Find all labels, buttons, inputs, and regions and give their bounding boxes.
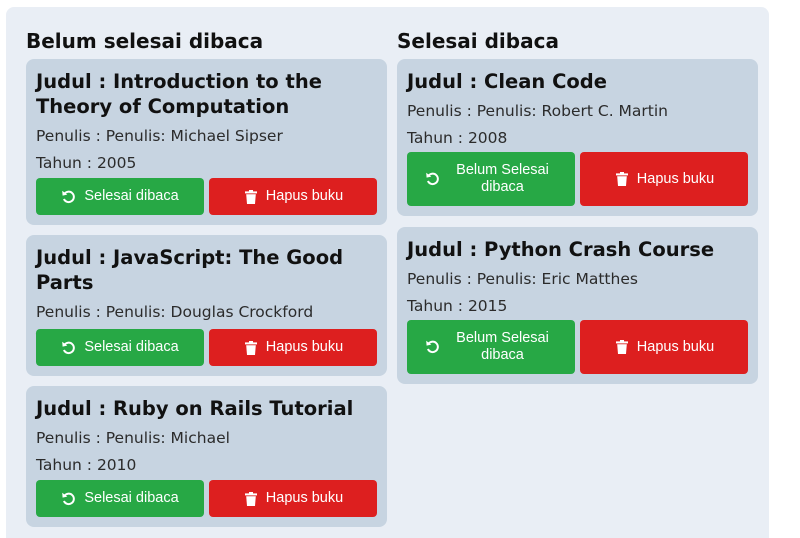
book-year: Tahun : 2015: [407, 297, 508, 315]
delete-book-label: Hapus buku: [265, 490, 344, 506]
delete-book-label: Hapus buku: [265, 339, 344, 355]
book-year: Tahun : 2005: [36, 154, 137, 172]
book-card: Judul : Introduction to the Theory of Co…: [26, 59, 387, 225]
undo-icon: [61, 491, 77, 507]
book-card: Judul : Python Crash Course Penulis : Pe…: [397, 227, 758, 384]
book-author: Penulis : Penulis: Douglas Crockford: [36, 303, 314, 321]
undo-icon: [61, 189, 77, 205]
book-card: Judul : Ruby on Rails Tutorial Penulis :…: [26, 386, 387, 527]
book-title: Judul : Python Crash Course: [407, 238, 715, 261]
mark-read-label: Selesai dibaca: [84, 490, 179, 506]
delete-book-button[interactable]: Hapus buku: [209, 480, 377, 517]
mark-read-button[interactable]: Selesai dibaca: [36, 480, 204, 517]
delete-book-label: Hapus buku: [265, 188, 344, 204]
trash-icon: [243, 189, 259, 205]
book-author: Penulis : Penulis: Michael Sipser: [36, 127, 283, 145]
book-title: Judul : Introduction to the Theory of Co…: [36, 70, 322, 118]
mark-read-label: Selesai dibaca: [84, 188, 179, 204]
trash-icon: [614, 339, 630, 355]
book-year: Tahun : 2008: [407, 129, 508, 147]
unread-column-title: Belum selesai dibaca: [26, 29, 264, 53]
undo-icon: [425, 339, 441, 355]
mark-read-label: Selesai dibaca: [84, 339, 179, 355]
mark-unread-button[interactable]: Belum Selesai dibaca: [407, 152, 575, 206]
bookshelf-panel: Belum selesai dibaca Judul : Introductio…: [6, 7, 769, 538]
book-year: Tahun : 2010: [36, 456, 137, 474]
delete-book-button[interactable]: Hapus buku: [209, 329, 377, 366]
delete-book-button[interactable]: Hapus buku: [580, 320, 748, 374]
trash-icon: [243, 491, 259, 507]
undo-icon: [425, 171, 441, 187]
delete-book-button[interactable]: Hapus buku: [209, 178, 377, 215]
delete-book-label: Hapus buku: [636, 338, 715, 355]
book-title: Judul : Ruby on Rails Tutorial: [36, 397, 354, 420]
book-author: Penulis : Penulis: Robert C. Martin: [407, 102, 668, 120]
book-card: Judul : JavaScript: The Good Parts Penul…: [26, 235, 387, 376]
undo-icon: [61, 340, 77, 356]
book-title: Judul : JavaScript: The Good Parts: [36, 246, 344, 294]
mark-unread-button[interactable]: Belum Selesai dibaca: [407, 320, 575, 374]
book-card: Judul : Clean Code Penulis : Penulis: Ro…: [397, 59, 758, 216]
book-title: Judul : Clean Code: [407, 70, 607, 93]
mark-unread-label: Belum Selesai dibaca: [456, 330, 549, 363]
mark-read-button[interactable]: Selesai dibaca: [36, 178, 204, 215]
mark-read-button[interactable]: Selesai dibaca: [36, 329, 204, 366]
delete-book-button[interactable]: Hapus buku: [580, 152, 748, 206]
book-author: Penulis : Penulis: Michael: [36, 429, 230, 447]
book-author: Penulis : Penulis: Eric Matthes: [407, 270, 638, 288]
mark-unread-label: Belum Selesai dibaca: [456, 162, 549, 195]
trash-icon: [614, 171, 630, 187]
trash-icon: [243, 340, 259, 356]
read-column-title: Selesai dibaca: [397, 29, 559, 53]
delete-book-label: Hapus buku: [636, 170, 715, 187]
